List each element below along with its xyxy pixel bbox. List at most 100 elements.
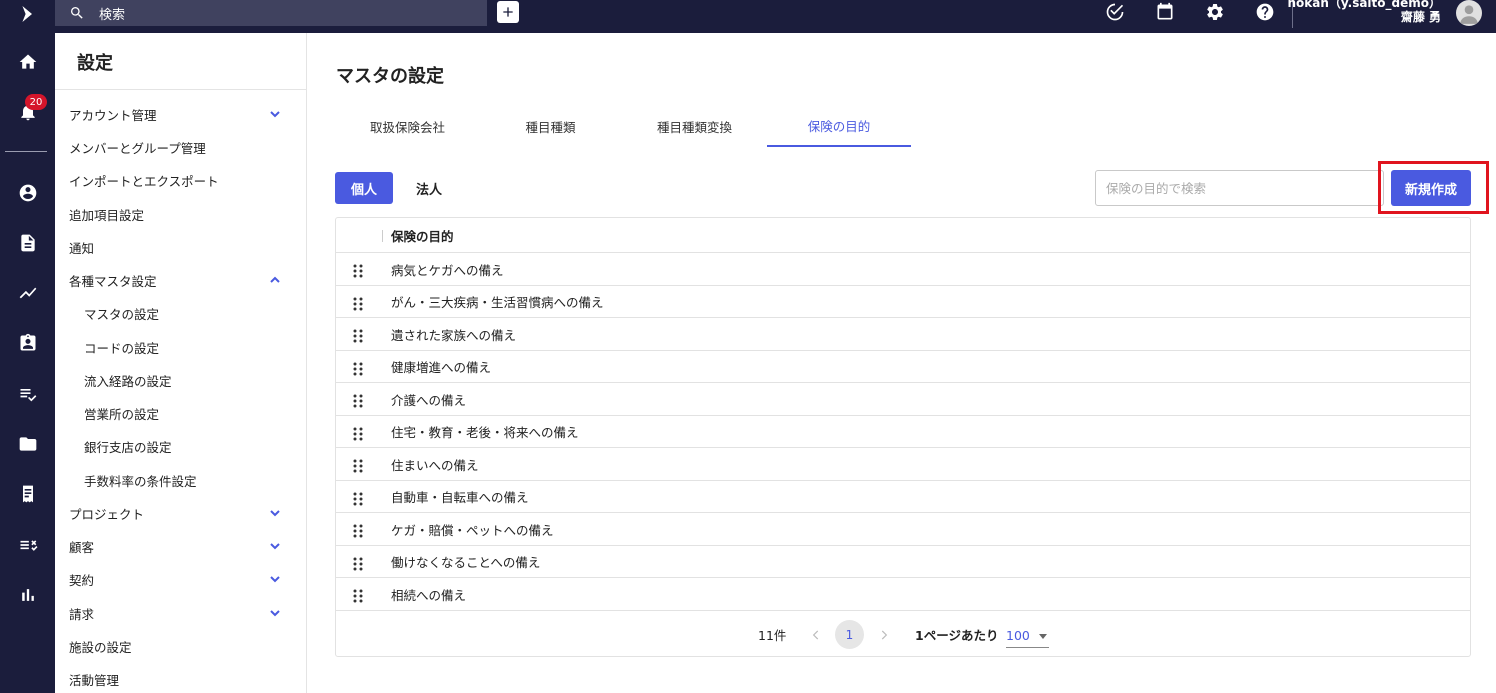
tab-insurance-purpose[interactable]: 保険の目的 (767, 106, 911, 147)
drag-handle-icon[interactable] (352, 426, 364, 440)
sidebar-item[interactable]: 顧客 (69, 535, 291, 557)
tab-insurance-companies[interactable]: 取扱保険会社 (336, 106, 479, 147)
drag-handle-icon[interactable] (352, 588, 364, 603)
sidebar-item-label: 手数料率の条件設定 (84, 473, 197, 489)
corporate-toggle-button[interactable]: 法人 (401, 172, 457, 204)
icon-rail: 20 (0, 0, 55, 693)
sidebar-item[interactable]: 追加項目設定 (69, 203, 291, 225)
bar-chart-icon[interactable] (0, 583, 55, 607)
search-icon (71, 7, 83, 19)
per-page-label: 1ページあたり (915, 627, 999, 643)
sidebar-item-label: 施設の設定 (69, 639, 132, 655)
chevron-up-icon[interactable] (269, 274, 281, 286)
trend-line-icon[interactable] (0, 281, 55, 305)
checklist-icon[interactable] (0, 382, 55, 406)
table-row[interactable]: 介護への備え (336, 383, 1470, 416)
user-display-name: 齋藤 勇 (1400, 10, 1441, 24)
table-row[interactable]: 住まいへの備え (336, 448, 1470, 481)
chevron-down-icon[interactable] (269, 607, 281, 619)
purpose-cell: 遺された家族への備え (391, 327, 517, 343)
sidebar-subitem[interactable]: 流入経路の設定 (84, 369, 306, 391)
column-resize-handle[interactable] (382, 230, 383, 242)
sidebar-item[interactable]: 各種マスタ設定 (69, 269, 291, 291)
drag-handle-icon[interactable] (352, 491, 364, 505)
global-search-label: 検索 (99, 7, 126, 23)
page-number-current[interactable]: 1 (835, 620, 864, 649)
table-row[interactable]: 相続への備え (336, 578, 1470, 611)
task-check-icon[interactable] (1104, 1, 1126, 23)
top-bar: 検索 hokan（y.saito_demo） 齋藤 勇 (55, 0, 1496, 33)
chevron-down-icon[interactable] (269, 573, 281, 585)
folder-icon[interactable] (0, 432, 55, 456)
table-row[interactable]: ケガ・賠償・ペットへの備え (336, 513, 1470, 546)
chevron-down-icon[interactable] (269, 507, 281, 519)
calendar-icon[interactable] (1154, 1, 1176, 23)
sidebar-item-label: インポートとエクスポート (69, 173, 219, 189)
receipt-icon[interactable] (0, 482, 55, 506)
sidebar-subitem[interactable]: 手数料率の条件設定 (84, 469, 306, 491)
sidebar-item-label: 流入経路の設定 (84, 373, 172, 389)
sidebar-item[interactable]: アカウント管理 (69, 103, 291, 125)
sidebar-item[interactable]: 契約 (69, 568, 291, 590)
avatar[interactable] (1456, 0, 1482, 26)
purpose-table: 保険の目的 病気とケガへの備え がん・三大疾病・生活習慣病への備え遺された家族への… (335, 217, 1471, 657)
chevron-down-icon[interactable] (269, 108, 281, 120)
sidebar-item[interactable]: メンバーとグループ管理 (69, 136, 291, 158)
app-logo-icon[interactable] (0, 0, 55, 28)
help-icon[interactable] (1254, 1, 1276, 23)
table-row[interactable]: 住宅・教育・老後・将来への備え (336, 416, 1470, 448)
pagination: 11件 1 1ページあたり 100 (336, 620, 1470, 650)
sidebar-item[interactable]: 通知 (69, 236, 291, 258)
sidebar-item-label: メンバーとグループ管理 (69, 140, 206, 156)
prev-page-icon[interactable] (809, 627, 823, 641)
sidebar-item[interactable]: プロジェクト (69, 502, 291, 524)
drag-handle-icon[interactable] (352, 556, 364, 570)
drag-handle-icon[interactable] (352, 523, 364, 538)
sidebar-item-label: 契約 (69, 572, 95, 588)
drag-handle-icon[interactable] (352, 328, 364, 343)
add-new-button[interactable] (497, 1, 519, 23)
tab-item-type-conversion[interactable]: 種目種類変換 (622, 106, 767, 147)
purpose-cell: 相続への備え (391, 587, 467, 603)
sidebar-subitem[interactable]: マスタの設定 (84, 302, 306, 324)
account-circle-icon[interactable] (0, 181, 55, 205)
user-info[interactable]: hokan（y.saito_demo） 齋藤 勇 (1288, 0, 1442, 24)
table-header: 保険の目的 (336, 218, 1470, 253)
drag-handle-icon[interactable] (352, 393, 364, 408)
sidebar-item-label: アカウント管理 (69, 107, 157, 123)
table-row[interactable]: 働けなくなることへの備え (336, 546, 1470, 578)
home-icon[interactable] (0, 50, 55, 74)
sidebar-item[interactable]: インポートとエクスポート (69, 169, 291, 191)
purpose-cell: 健康増進への備え (391, 360, 492, 375)
table-row[interactable]: 自動車・自転車への備え (336, 481, 1470, 513)
sidebar-item[interactable]: 施設の設定 (69, 635, 291, 657)
global-search-box[interactable]: 検索 (55, 0, 487, 26)
sidebar-subitem[interactable]: コードの設定 (84, 336, 306, 358)
per-page-select[interactable]: 100 (1006, 624, 1049, 648)
create-new-button[interactable]: 新規作成 (1391, 170, 1471, 206)
sidebar-subitem[interactable]: 営業所の設定 (84, 402, 306, 424)
assignment-ind-icon[interactable] (0, 331, 55, 355)
drag-handle-icon[interactable] (352, 296, 364, 310)
rule-icon[interactable] (0, 533, 55, 557)
chevron-down-icon[interactable] (269, 540, 281, 552)
table-row[interactable]: がん・三大疾病・生活習慣病への備え (336, 286, 1470, 318)
sidebar-item[interactable]: 請求 (69, 602, 291, 624)
column-header-purpose[interactable]: 保険の目的 (391, 218, 454, 252)
sidebar-item-label: 顧客 (69, 539, 95, 555)
table-row[interactable]: 遺された家族への備え (336, 318, 1470, 351)
sidebar-divider (55, 89, 306, 90)
table-row[interactable]: 健康増進への備え (336, 351, 1470, 383)
sidebar-item[interactable]: 活動管理 (69, 668, 291, 690)
table-row[interactable]: 病気とケガへの備え (336, 253, 1470, 286)
drag-handle-icon[interactable] (352, 263, 364, 278)
individual-toggle-button[interactable]: 個人 (335, 172, 393, 204)
drag-handle-icon[interactable] (352, 361, 364, 375)
purpose-search-input[interactable] (1095, 170, 1384, 206)
tab-item-types[interactable]: 種目種類 (479, 106, 622, 147)
next-page-icon[interactable] (877, 627, 891, 641)
sidebar-subitem[interactable]: 銀行支店の設定 (84, 435, 306, 457)
gear-icon[interactable] (1204, 1, 1226, 23)
drag-handle-icon[interactable] (352, 458, 364, 473)
document-icon[interactable] (0, 231, 55, 255)
